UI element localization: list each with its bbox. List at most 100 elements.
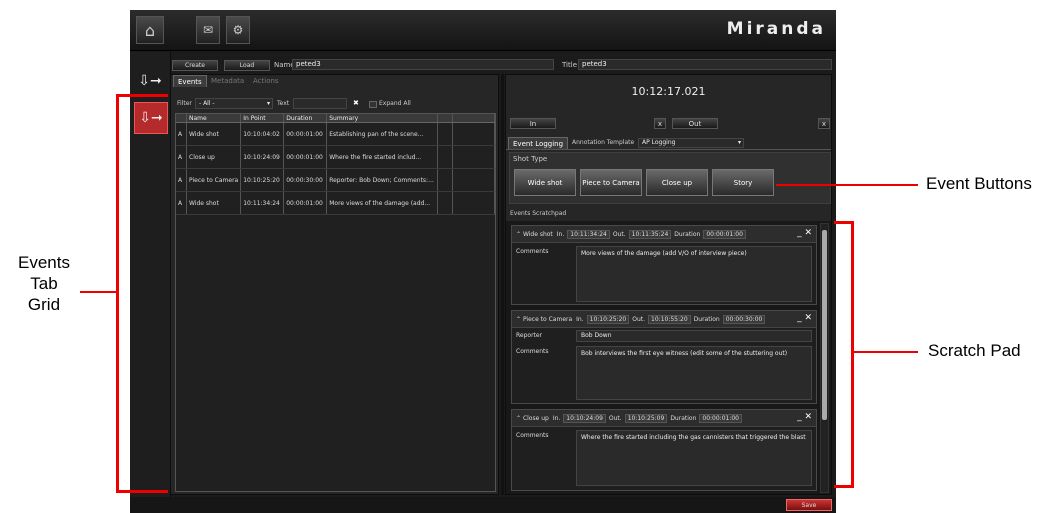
mail-button[interactable]: ✉ bbox=[196, 16, 220, 44]
extra-column-header bbox=[437, 114, 454, 123]
comments-label: Comments bbox=[516, 248, 549, 255]
tab-event-logging[interactable]: Event Logging bbox=[508, 137, 569, 149]
in-button[interactable]: In bbox=[510, 118, 556, 129]
out-label: Out. bbox=[612, 230, 626, 238]
entry-name: Wide shot bbox=[522, 230, 553, 238]
text-filter-input[interactable] bbox=[293, 98, 347, 109]
entry-in-value[interactable]: 10:11:34:24 bbox=[567, 229, 610, 239]
events-grid-pointer bbox=[80, 291, 116, 293]
entry-out-value[interactable]: 10:10:55:20 bbox=[648, 314, 691, 324]
out-label: Out. bbox=[608, 414, 622, 422]
close-icon[interactable]: _ ✕ bbox=[797, 412, 812, 422]
callout-line-1: Events bbox=[18, 253, 70, 272]
table-header-row: Name In Point Duration Summary bbox=[176, 114, 495, 123]
collapse-icon[interactable]: ⌃ bbox=[516, 316, 523, 323]
entry-out-value[interactable]: 10:10:25:09 bbox=[624, 413, 668, 423]
row-extra bbox=[437, 122, 454, 146]
tab-events[interactable]: Events bbox=[173, 75, 207, 87]
scratchpad-scrollbar[interactable] bbox=[820, 223, 829, 493]
events-table: Name In Point Duration Summary A Wide sh… bbox=[176, 114, 495, 215]
in-point-column-header[interactable]: In Point bbox=[240, 114, 285, 123]
clear-in-button[interactable]: x bbox=[654, 118, 666, 129]
panel-splitter[interactable] bbox=[501, 74, 504, 495]
flag-column-header bbox=[176, 114, 187, 123]
tab-metadata[interactable]: Metadata bbox=[207, 75, 248, 87]
text-filter-label: Text bbox=[277, 100, 290, 107]
wide-shot-button[interactable]: Wide shot bbox=[514, 169, 576, 196]
events-grid: Name In Point Duration Summary A Wide sh… bbox=[175, 113, 496, 492]
brand-logo: Miranda bbox=[726, 19, 826, 39]
duration-label: Duration bbox=[670, 414, 697, 422]
entry-in-value[interactable]: 10:10:24:09 bbox=[563, 413, 606, 423]
scratchpad-entry: ⌃ Close up In. 10:10:24:09 Out. 10:10:25… bbox=[511, 409, 817, 491]
summary-column-header[interactable]: Summary bbox=[326, 114, 439, 123]
comments-field[interactable]: Bob interviews the first eye witness (ed… bbox=[576, 346, 812, 400]
row-summary: Where the fire started includ... bbox=[326, 145, 439, 169]
table-row[interactable]: A Wide shot 10:11:34:24 00:00:01:00 More… bbox=[176, 191, 495, 215]
row-in-point: 10:11:34:24 bbox=[240, 191, 285, 215]
entry-out-value[interactable]: 10:11:35:24 bbox=[628, 229, 672, 239]
comments-field[interactable]: Where the fire started including the gas… bbox=[576, 430, 812, 486]
scratchpad-bracket-bottom bbox=[834, 485, 854, 488]
annotation-template-select[interactable]: AP Logging ▾ bbox=[638, 138, 744, 148]
load-button[interactable]: Load bbox=[224, 60, 270, 71]
entry-header: ⌃ Wide shot In. 10:11:34:24 Out. 10:11:3… bbox=[512, 226, 816, 243]
clear-out-button[interactable]: x bbox=[818, 118, 830, 129]
row-blank bbox=[452, 168, 495, 192]
save-button[interactable]: Save bbox=[786, 499, 832, 511]
filter-select[interactable]: - All - ▾ bbox=[195, 98, 273, 109]
close-icon[interactable]: _ ✕ bbox=[797, 228, 812, 238]
expand-all-checkbox[interactable] bbox=[369, 101, 377, 108]
scrollbar-thumb[interactable] bbox=[822, 230, 827, 420]
clear-filter-icon[interactable]: ✖ bbox=[353, 99, 359, 107]
row-name: Close up bbox=[186, 145, 242, 169]
name-field[interactable]: peted3 bbox=[292, 59, 554, 70]
duration-column-header[interactable]: Duration bbox=[283, 114, 328, 123]
table-row[interactable]: A Piece to Camera 10:10:25:20 00:00:30:0… bbox=[176, 168, 495, 192]
reporter-field[interactable]: Bob Down bbox=[576, 330, 812, 342]
row-summary: Reporter: Bob Down; Comments:... bbox=[326, 168, 439, 192]
close-icon[interactable]: _ ✕ bbox=[797, 313, 812, 323]
events-grid-bracket-bottom bbox=[116, 490, 168, 493]
title-label: Title bbox=[562, 61, 578, 69]
close-up-button[interactable]: Close up bbox=[646, 169, 708, 196]
nav-logging-button[interactable]: ⇩➞ bbox=[134, 102, 168, 134]
import-arrow-icon: ⇩➞ bbox=[138, 73, 162, 89]
collapse-icon[interactable]: ⌃ bbox=[516, 231, 523, 238]
event-buttons-callout: Event Buttons bbox=[926, 174, 1032, 193]
entry-in-value[interactable]: 10:10:25:20 bbox=[586, 314, 630, 324]
mail-icon: ✉ bbox=[202, 23, 214, 37]
bottom-bar bbox=[130, 497, 836, 513]
in-label: In. bbox=[576, 315, 584, 323]
duration-label: Duration bbox=[674, 230, 701, 238]
row-name: Piece to Camera bbox=[186, 168, 242, 192]
piece-to-camera-button[interactable]: Piece to Camera bbox=[580, 169, 642, 196]
tab-actions[interactable]: Actions bbox=[249, 75, 283, 87]
comments-field[interactable]: More views of the damage (add V/O of int… bbox=[576, 246, 812, 302]
title-field[interactable]: peted3 bbox=[578, 59, 832, 70]
row-summary: Establishing pan of the scene... bbox=[326, 122, 439, 146]
entry-duration-value[interactable]: 00:00:30:00 bbox=[722, 314, 766, 324]
row-duration: 00:00:01:00 bbox=[283, 145, 328, 169]
table-row[interactable]: A Wide shot 10:10:04:02 00:00:01:00 Esta… bbox=[176, 122, 495, 146]
logging-arrow-icon: ⇩➞ bbox=[139, 110, 163, 126]
blank-column-header bbox=[452, 114, 495, 123]
out-button[interactable]: Out bbox=[672, 118, 718, 129]
logging-panel: 10:12:17.021 In x Out x Event Logging An… bbox=[505, 74, 832, 495]
annotation-template-label: Annotation Template bbox=[572, 139, 635, 146]
entry-duration-value[interactable]: 00:00:01:00 bbox=[703, 229, 746, 239]
story-button[interactable]: Story bbox=[712, 169, 774, 196]
settings-button[interactable]: ⚙ bbox=[226, 16, 250, 44]
callout-line-2: Tab bbox=[30, 274, 58, 293]
nav-import-button[interactable]: ⇩➞ bbox=[134, 66, 166, 96]
collapse-icon[interactable]: ⌃ bbox=[516, 415, 523, 422]
table-row[interactable]: A Close up 10:10:24:09 00:00:01:00 Where… bbox=[176, 145, 495, 169]
event-buttons-pointer bbox=[776, 184, 918, 186]
entry-duration-value[interactable]: 00:00:01:00 bbox=[699, 413, 742, 423]
home-button[interactable]: ⌂ bbox=[136, 16, 164, 44]
annotation-template-value: AP Logging bbox=[642, 139, 676, 146]
duration-label: Duration bbox=[693, 315, 720, 323]
create-button[interactable]: Create bbox=[172, 60, 218, 71]
name-column-header[interactable]: Name bbox=[186, 114, 242, 123]
expand-all-label: Expand All bbox=[379, 100, 411, 107]
